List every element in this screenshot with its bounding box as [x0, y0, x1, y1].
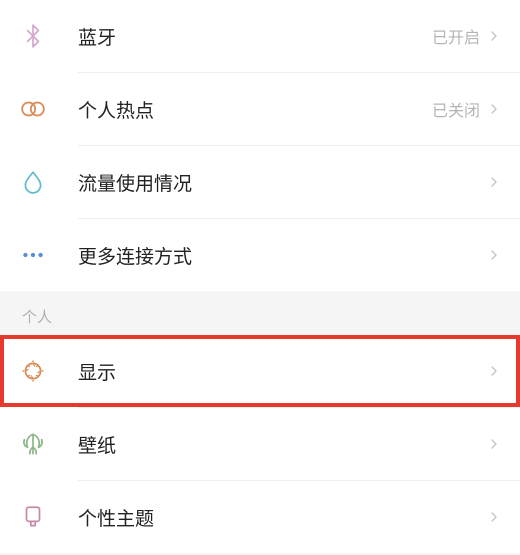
row-bluetooth[interactable]: 蓝牙 已开启 [0, 0, 520, 72]
wallpaper-icon [20, 431, 78, 457]
chevron-right-icon [486, 247, 502, 263]
hotspot-icon [20, 96, 78, 122]
more-icon [20, 242, 78, 268]
data-usage-icon [20, 169, 78, 195]
chevron-right-icon [486, 101, 502, 117]
row-hotspot[interactable]: 个人热点 已关闭 [0, 73, 520, 145]
label-bluetooth: 蓝牙 [78, 23, 432, 50]
row-data-usage[interactable]: 流量使用情况 [0, 146, 520, 218]
row-themes[interactable]: 个性主题 [0, 481, 520, 553]
chevron-right-icon [486, 509, 502, 525]
themes-icon [20, 504, 78, 530]
status-bluetooth: 已开启 [432, 24, 480, 48]
label-more-connections: 更多连接方式 [78, 242, 486, 269]
row-more-connections[interactable]: 更多连接方式 [0, 219, 520, 291]
label-hotspot: 个人热点 [78, 96, 432, 123]
chevron-right-icon [486, 174, 502, 190]
chevron-right-icon [486, 436, 502, 452]
label-themes: 个性主题 [78, 504, 486, 531]
status-hotspot: 已关闭 [432, 97, 480, 121]
chevron-right-icon [486, 363, 502, 379]
row-display[interactable]: 显示 [0, 335, 520, 407]
label-wallpaper: 壁纸 [78, 431, 486, 458]
chevron-right-icon [486, 28, 502, 44]
label-display: 显示 [78, 358, 486, 385]
section-personal: 显示 壁纸 个性主题 [0, 335, 520, 553]
label-data-usage: 流量使用情况 [78, 169, 486, 196]
bluetooth-icon [20, 23, 78, 49]
display-icon [20, 358, 78, 384]
section-header-label: 个人 [22, 306, 52, 327]
section-header-personal: 个人 [0, 291, 520, 335]
section-connectivity: 蓝牙 已开启 个人热点 已关闭 流量使用情况 [0, 0, 520, 291]
row-wallpaper[interactable]: 壁纸 [0, 408, 520, 480]
